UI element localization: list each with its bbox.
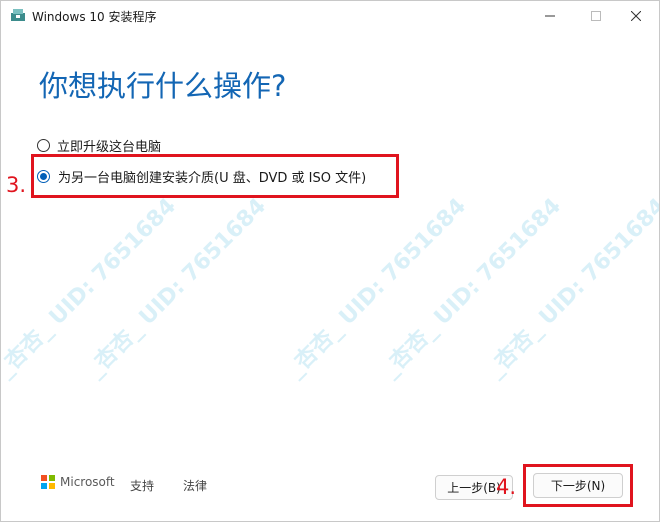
minimize-icon xyxy=(545,15,555,17)
legal-link[interactable]: 法律 xyxy=(183,477,207,494)
minimize-button[interactable] xyxy=(527,1,573,31)
option-upgrade-pc[interactable]: 立即升级这台电脑 xyxy=(37,134,161,156)
option-label: 立即升级这台电脑 xyxy=(57,139,162,155)
watermark-text: _杏杏_ UID: 7651684 xyxy=(482,193,660,383)
watermark-text: _杏杏_ UID: 7651684 xyxy=(82,193,272,383)
title-bar[interactable]: Windows 10 安装程序 xyxy=(1,1,659,31)
watermark-text: _杏杏_ UID: 7651684 xyxy=(282,193,472,383)
maximize-icon xyxy=(591,11,601,21)
page-heading: 你想执行什么操作? xyxy=(39,69,287,103)
window-title: Windows 10 安装程序 xyxy=(32,10,157,24)
annotation-box-step-4 xyxy=(523,464,633,507)
annotation-step-3: 3. xyxy=(6,173,27,197)
watermark-text: _杏杏_ UID: 7651684 xyxy=(377,193,567,383)
annotation-step-4: 4. xyxy=(496,475,517,499)
installer-window: Windows 10 安装程序 你想执行什么操作? 立即升级这台电脑 为另一台电… xyxy=(0,0,660,522)
microsoft-brand-text: Microsoft xyxy=(60,475,115,489)
annotation-box-step-3 xyxy=(31,154,399,198)
microsoft-logo: Microsoft xyxy=(41,475,115,489)
close-icon xyxy=(631,11,641,21)
support-link[interactable]: 支持 xyxy=(130,477,154,494)
setup-app-icon xyxy=(11,9,25,21)
microsoft-logo-icon xyxy=(41,475,55,489)
watermark-text: _杏杏_ UID: 7651684 xyxy=(0,193,182,383)
radio-button[interactable] xyxy=(37,138,50,152)
close-button[interactable] xyxy=(613,1,659,31)
